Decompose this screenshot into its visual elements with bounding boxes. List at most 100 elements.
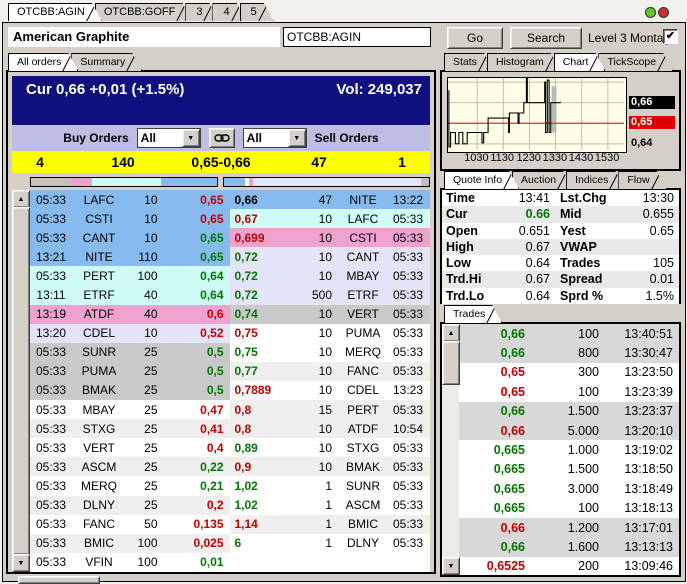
book-scrollbar[interactable]: ▲ ▼ [12, 190, 30, 572]
scroll-down-icon[interactable]: ▼ [12, 554, 30, 572]
tab-tickscope[interactable]: TickScope [598, 53, 673, 71]
tab-all-orders[interactable]: All orders [8, 53, 78, 71]
workspace-tab-5[interactable]: 5 [240, 3, 274, 21]
ask-row[interactable]: 0,74 10 VERT 05:33 [229, 304, 430, 324]
sell-orders-label: Sell Orders [314, 131, 379, 145]
ask-price: 0,72 [234, 288, 258, 303]
bid-row[interactable]: 05:33 BMIC 100 0,025 [29, 533, 230, 553]
bid-price: 0,21 [200, 478, 224, 493]
bid-market-maker: STXG [82, 421, 116, 436]
trade-size: 1.600 [567, 539, 599, 554]
ask-depth-bar [223, 177, 430, 187]
ask-row[interactable]: 1,14 1 BMIC 05:33 [229, 514, 430, 534]
chevron-down-icon[interactable]: ▼ [287, 129, 306, 147]
tab-stats[interactable]: Stats [444, 53, 494, 71]
link-filters-button[interactable] [208, 128, 235, 148]
bid-row[interactable]: 05:33 STXG 25 0,41 [29, 419, 230, 439]
bid-market-maker: BMAK [81, 383, 116, 398]
scrollbar-thumb[interactable] [12, 207, 30, 555]
tab-quote-info[interactable]: Quote Info [444, 171, 519, 189]
trade-price: 0,6525 [486, 559, 525, 574]
ask-row[interactable]: 0,7889 10 CDEL 13:23 [229, 380, 430, 401]
ask-row[interactable]: 0,699 10 CSTI 05:33 [229, 228, 430, 248]
tab-indices[interactable]: Indices [566, 171, 625, 189]
sell-filter-select[interactable]: All ▼ [242, 128, 307, 148]
ask-price: 0,9 [234, 459, 252, 474]
ask-row[interactable]: 0,72 10 MBAY 05:33 [229, 266, 430, 286]
ask-row[interactable]: 0,67 10 LAFC 05:33 [229, 209, 430, 229]
tab-label: Trades [453, 308, 486, 320]
tab-trades[interactable]: Trades [444, 305, 502, 323]
quote-label: Trd.Hi [446, 272, 482, 287]
bid-row[interactable]: 05:33 LAFC 10 0,65 [29, 190, 230, 210]
scroll-down-icon[interactable]: ▼ [442, 557, 460, 575]
bid-row[interactable]: 13:11 ETRF 40 0,64 [29, 285, 230, 305]
bid-market-maker: PUMA [81, 364, 117, 379]
bid-price: 0,64 [200, 288, 224, 303]
ask-row[interactable]: 6 1 DLNY 05:33 [229, 533, 430, 553]
bid-row[interactable]: 13:19 ATDF 40 0,6 [29, 304, 230, 324]
trades-scrollbar[interactable]: ▲ ▼ [442, 324, 460, 575]
tab-auction[interactable]: Auction [512, 171, 573, 189]
bid-row[interactable]: 13:21 NITE 110 0,65 [29, 247, 230, 267]
ask-row[interactable]: 1,02 1 ASCM 05:33 [229, 495, 430, 515]
bid-row[interactable]: 05:33 CANT 10 0,65 [29, 228, 230, 248]
ask-row[interactable]: 0,9 10 BMAK 05:33 [229, 457, 430, 477]
ask-row[interactable]: 0,66 47 NITE 13:22 [229, 190, 430, 210]
bid-row[interactable]: 05:33 DLNY 25 0,2 [29, 495, 230, 515]
trade-price: 0,665 [493, 481, 525, 496]
ask-size: 10 [318, 421, 332, 436]
bid-row[interactable]: 05:33 CSTI 10 0,65 [29, 209, 230, 229]
tab-chart[interactable]: Chart [554, 53, 606, 71]
tab-flow[interactable]: Flow [618, 171, 666, 189]
bid-price: 0,01 [200, 555, 224, 570]
bid-row[interactable]: 05:33 SUNR 25 0,5 [29, 342, 230, 362]
ask-market-maker: VERT [347, 307, 379, 322]
trade-price: 0,66 [500, 539, 525, 554]
symbol-input[interactable] [283, 27, 431, 47]
workspace-tab-goff[interactable]: OTCBB:GOFF [95, 3, 193, 21]
scroll-up-icon[interactable]: ▲ [12, 190, 30, 208]
bid-row[interactable]: 05:33 ASCM 25 0,22 [29, 457, 230, 477]
bid-row[interactable]: 05:33 VERT 25 0,4 [29, 438, 230, 458]
bid-row[interactable]: 05:33 PUMA 25 0,5 [29, 361, 230, 381]
bid-row[interactable]: 05:33 MBAY 25 0,47 [29, 400, 230, 420]
ask-row[interactable]: 0,72 10 CANT 05:33 [229, 247, 430, 267]
ask-row[interactable]: 0,8 15 PERT 05:33 [229, 400, 430, 420]
ask-row[interactable]: 0,8 10 ATDF 10:54 [229, 419, 430, 439]
bid-row[interactable]: 05:33 FANC 50 0,135 [29, 514, 230, 534]
bid-row[interactable]: 05:33 MERQ 25 0,21 [29, 476, 230, 496]
ask-row[interactable]: 0,77 10 FANC 05:33 [229, 361, 430, 381]
ask-row[interactable]: 0,72 500 ETRF 05:33 [229, 285, 430, 305]
ask-row[interactable]: 0,75 10 PUMA 05:33 [229, 323, 430, 343]
bid-row[interactable]: 05:33 PERT 100 0,64 [29, 266, 230, 286]
scroll-up-icon[interactable]: ▲ [442, 324, 460, 342]
tab-histogram[interactable]: Histogram [487, 53, 561, 71]
bid-market-maker: ATDF [83, 307, 115, 322]
montage-checkbox[interactable]: ✔ [663, 29, 678, 44]
ask-time: 05:33 [392, 268, 424, 283]
search-button[interactable]: Search [510, 27, 582, 49]
bid-market-maker: ETRF [83, 288, 115, 303]
ask-row[interactable]: 0,89 10 STXG 05:33 [229, 438, 430, 458]
ask-price: 0,72 [234, 268, 258, 283]
bid-price: 0,6 [206, 307, 224, 322]
ask-row[interactable]: 0,75 10 MERQ 05:33 [229, 342, 430, 362]
bid-row[interactable]: 13:20 CDEL 10 0,52 [29, 323, 230, 343]
bid-time: 05:33 [35, 536, 67, 551]
ask-price: 0,8 [234, 421, 252, 436]
trade-price: 0,665 [493, 443, 525, 458]
buy-filter-select[interactable]: All ▼ [136, 128, 201, 148]
bid-row[interactable]: 05:33 VFIN 100 0,01 [29, 552, 230, 572]
bid-time: 05:33 [35, 440, 67, 455]
scrollbar-thumb[interactable] [442, 341, 460, 385]
chevron-down-icon[interactable]: ▼ [181, 129, 200, 147]
bid-row[interactable]: 05:33 BMAK 25 0,5 [29, 380, 230, 401]
ask-price: 0,72 [234, 249, 258, 264]
ask-row[interactable]: 1,02 1 SUNR 05:33 [229, 476, 430, 496]
workspace-tab-agin[interactable]: OTCBB:AGIN [8, 3, 102, 21]
quote-info-row: Trd.Lo 0.64 Sprd % 1.5% [442, 287, 679, 304]
ask-time: 05:33 [392, 517, 424, 532]
go-button[interactable]: Go [447, 27, 503, 49]
tab-summary[interactable]: Summary [71, 53, 142, 71]
